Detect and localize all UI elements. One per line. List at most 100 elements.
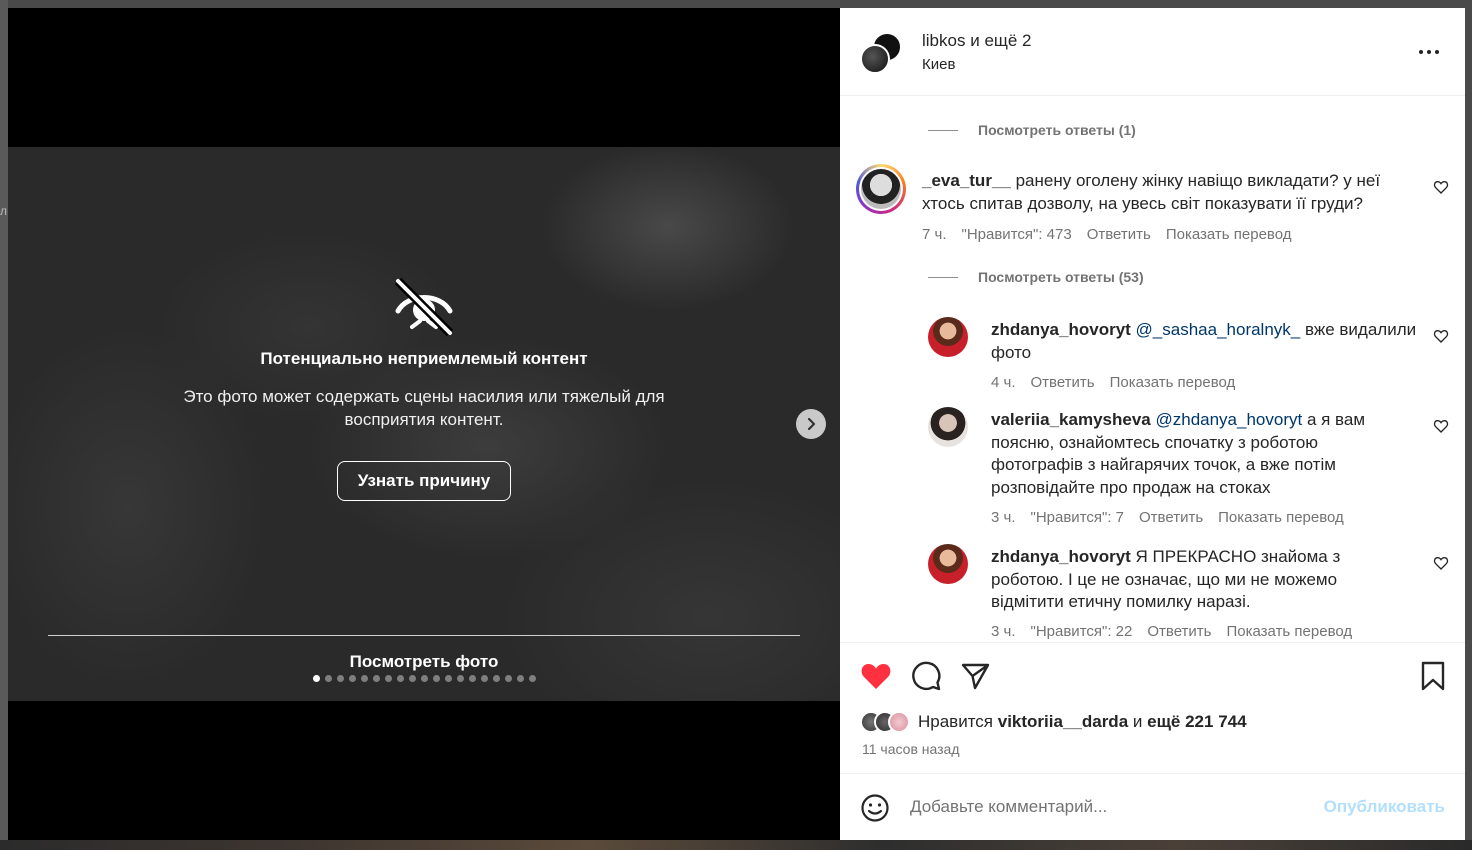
comment-likes[interactable]: "Нравится": 22 [1031, 623, 1133, 640]
eye-off-icon [394, 277, 454, 337]
likes-and: и [1132, 712, 1143, 731]
likes-prefix: Нравится [918, 712, 994, 731]
comment-username[interactable]: zhdanya_hovoryt [991, 320, 1131, 339]
reply-button[interactable]: Ответить [1147, 623, 1211, 640]
warning-description: Это фото может содержать сцены насилия и… [183, 387, 665, 429]
backdrop-text: л [0, 204, 8, 218]
comment-meta: 3 ч. "Нравится": 22 Ответить Показать пе… [991, 623, 1352, 640]
carousel-dot [432, 675, 440, 682]
heart-icon[interactable] [1433, 418, 1449, 434]
reply-button[interactable]: Ответить [1087, 226, 1151, 243]
author-username[interactable]: libkos [922, 31, 965, 50]
comment-input[interactable] [910, 794, 1310, 820]
see-photo-button[interactable]: Посмотреть фото [8, 652, 840, 672]
avatar[interactable] [928, 407, 968, 447]
reply-button[interactable]: Ответить [1031, 374, 1095, 391]
carousel-dot [444, 675, 452, 682]
heart-icon[interactable] [860, 661, 892, 691]
avatar[interactable] [928, 544, 968, 584]
translate-button[interactable]: Показать перевод [1226, 623, 1352, 640]
carousel-dot [456, 675, 464, 682]
carousel-dot [348, 675, 356, 682]
chevron-right-icon [807, 417, 816, 431]
emoji-icon[interactable] [860, 793, 890, 823]
carousel-dot [384, 675, 392, 682]
comment-time[interactable]: 4 ч. [991, 374, 1016, 391]
comment: _eva_tur__ ранену оголену жінку навіщо в… [856, 164, 1456, 244]
backdrop-grid-strip [0, 840, 1472, 850]
comment: zhdanya_hovoryt @_sashaa_horalnyk_ вже в… [928, 317, 1456, 397]
author-avatars[interactable] [860, 32, 904, 76]
avatar [888, 711, 910, 733]
comment-meta: 3 ч. "Нравится": 7 Ответить Показать пер… [991, 509, 1344, 526]
view-replies-button[interactable]: Посмотреть ответы (53) [928, 269, 1144, 285]
post-header: libkos и ещё 2 Киев [840, 8, 1465, 96]
carousel-dot [408, 675, 416, 682]
post-location[interactable]: Киев [922, 56, 955, 73]
heart-icon[interactable] [1433, 555, 1449, 571]
comment-username[interactable]: _eva_tur__ [922, 171, 1011, 190]
carousel-dots [8, 675, 840, 682]
post-comment-button[interactable]: Опубликовать [1324, 797, 1445, 817]
comment-time[interactable]: 3 ч. [991, 509, 1016, 526]
media-pane: Потенциально неприемлемый контент Это фо… [8, 8, 840, 840]
backdrop-edge [0, 0, 8, 850]
comment: valeriia_kamysheva @zhdanya_hovoryt а я … [928, 407, 1456, 527]
add-comment-bar: Опубликовать [840, 774, 1465, 840]
comment-username[interactable]: zhdanya_hovoryt [991, 547, 1131, 566]
comment-time[interactable]: 3 ч. [991, 623, 1016, 640]
post-authors: libkos и ещё 2 [922, 31, 1032, 51]
translate-button[interactable]: Показать перевод [1218, 509, 1344, 526]
share-icon[interactable] [960, 661, 990, 691]
comment-icon[interactable] [911, 661, 941, 691]
carousel-dot [468, 675, 476, 682]
more-icon[interactable] [1417, 42, 1441, 62]
sensitive-content-overlay: Потенциально неприемлемый контент Это фо… [8, 147, 840, 701]
post-modal: Потенциально неприемлемый контент Это фо… [8, 8, 1465, 840]
carousel-dot [336, 675, 344, 682]
carousel-dot [372, 675, 380, 682]
post-side-panel: libkos и ещё 2 Киев Посмотреть ответы (1… [840, 8, 1465, 840]
comment: zhdanya_hovoryt Я ПРЕКРАСНО знайома з ро… [928, 544, 1456, 642]
likes-summary: Нравится viktoriia__darda и ещё 221 744 [860, 711, 1247, 733]
carousel-dot [312, 675, 320, 682]
translate-button[interactable]: Показать перевод [1110, 374, 1236, 391]
carousel-dot [492, 675, 500, 682]
carousel-dot [360, 675, 368, 682]
avatar[interactable] [928, 317, 968, 357]
bookmark-icon[interactable] [1420, 661, 1446, 691]
coauthors-link[interactable]: ещё 2 [984, 31, 1031, 50]
carousel-dot [420, 675, 428, 682]
comment-likes[interactable]: "Нравится": 473 [962, 226, 1072, 243]
carousel-dot [516, 675, 524, 682]
carousel-dot [528, 675, 536, 682]
comment-username[interactable]: valeriia_kamysheva [991, 410, 1151, 429]
heart-icon[interactable] [1433, 179, 1449, 195]
likes-count[interactable]: ещё 221 744 [1147, 712, 1246, 731]
overlay-divider [48, 635, 800, 636]
authors-and: и [970, 31, 980, 50]
comment-mention[interactable]: @_sashaa_horalnyk_ [1136, 320, 1301, 339]
avatar[interactable] [856, 164, 906, 214]
carousel-dot [324, 675, 332, 682]
carousel-dot [396, 675, 404, 682]
avatar [860, 44, 890, 74]
next-photo-button[interactable] [796, 409, 826, 439]
carousel-dot [480, 675, 488, 682]
reply-button[interactable]: Ответить [1139, 509, 1203, 526]
comment-likes[interactable]: "Нравится": 7 [1031, 509, 1125, 526]
comment-meta: 4 ч. Ответить Показать перевод [991, 374, 1235, 391]
liker-username[interactable]: viktoriia__darda [998, 712, 1128, 731]
comments-list: Посмотреть ответы (1) _eva_tur__ ранену … [840, 96, 1465, 642]
comment-mention[interactable]: @zhdanya_hovoryt [1155, 410, 1302, 429]
heart-icon[interactable] [1433, 328, 1449, 344]
comment-meta: 7 ч. "Нравится": 473 Ответить Показать п… [922, 226, 1291, 243]
learn-reason-button[interactable]: Узнать причину [336, 461, 512, 501]
carousel-dot [504, 675, 512, 682]
translate-button[interactable]: Показать перевод [1166, 226, 1292, 243]
comment-time[interactable]: 7 ч. [922, 226, 947, 243]
post-actions: Нравится viktoriia__darda и ещё 221 744 … [840, 642, 1465, 774]
post-time[interactable]: 11 часов назад [862, 741, 960, 757]
view-replies-button[interactable]: Посмотреть ответы (1) [928, 122, 1136, 138]
warning-title: Потенциально неприемлемый контент [260, 349, 588, 368]
